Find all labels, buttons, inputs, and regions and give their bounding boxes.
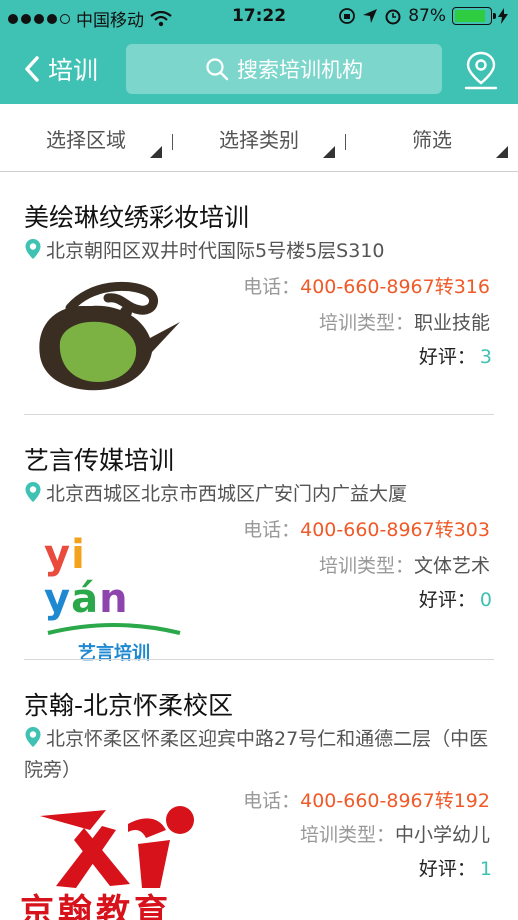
charging-icon	[498, 8, 508, 24]
phone-row: 电话：400-660-8967转316	[243, 272, 490, 299]
filter-region-label: 选择区域	[46, 127, 126, 152]
institution-address: 北京怀柔区怀柔区迎宾中路27号仁和通德二层（中医院旁）	[24, 724, 498, 786]
type-label: 培训类型：	[318, 312, 414, 334]
search-input[interactable]: 搜索培训机构	[126, 44, 442, 94]
chevron-left-icon	[25, 56, 39, 82]
rating-label: 好评：	[418, 858, 476, 880]
battery-percent: 87%	[408, 6, 446, 26]
phone-number[interactable]: 400-660-8967转303	[300, 519, 490, 541]
type-value: 职业技能	[413, 312, 490, 334]
rotation-lock-icon	[339, 8, 356, 24]
phone-number[interactable]: 400-660-8967转192	[300, 790, 490, 812]
location-arrow-icon	[363, 9, 378, 23]
institution-name: 美绘琳纹绣彩妆培训	[24, 203, 250, 232]
rating-value: 0	[479, 589, 492, 611]
filter-region[interactable]: 选择区域	[0, 104, 172, 172]
alarm-icon	[385, 9, 401, 25]
phone-label: 电话：	[243, 519, 301, 541]
phone-label: 电话：	[243, 790, 301, 812]
rating-label: 好评：	[418, 346, 476, 368]
type-row: 培训类型：职业技能	[319, 308, 490, 335]
phone-number[interactable]: 400-660-8967转316	[300, 276, 490, 298]
running-figure-icon	[40, 806, 194, 888]
type-label: 培训类型：	[318, 555, 414, 577]
search-placeholder: 搜索培训机构	[237, 58, 363, 82]
logo-text: 京翰教育	[20, 892, 172, 920]
filter-more[interactable]: 筛选	[346, 104, 518, 172]
rating-row: 好评： 0	[419, 585, 492, 612]
type-row: 培训类型：文体艺术	[319, 551, 490, 578]
rating-value: 1	[479, 858, 492, 880]
rating-row: 好评： 1	[419, 854, 492, 881]
dropdown-triangle-icon	[323, 146, 335, 158]
institution-address: 北京西城区北京市西城区广安门内广益大厦	[24, 479, 498, 510]
address-text: 北京怀柔区怀柔区迎宾中路27号仁和通德二层（中医院旁）	[24, 728, 489, 781]
rating-row: 好评： 3	[419, 342, 492, 369]
search-icon	[206, 58, 229, 81]
phone-label: 电话：	[243, 276, 301, 298]
filter-category[interactable]: 选择类别	[173, 104, 345, 172]
map-location-button[interactable]	[464, 50, 498, 94]
location-pin-icon	[25, 239, 41, 259]
dropdown-triangle-icon	[150, 146, 162, 158]
type-label: 培训类型：	[299, 824, 395, 846]
address-text: 北京朝阳区双井时代国际5号楼5层S310	[46, 240, 385, 262]
teapot-logo-icon	[39, 281, 180, 391]
rating-label: 好评：	[418, 589, 476, 611]
yiyan-logo: yi yán 艺言培训	[44, 533, 184, 664]
institution-address: 北京朝阳区双井时代国际5号楼5层S310	[24, 236, 498, 267]
address-text: 北京西城区北京市西城区广安门内广益大厦	[46, 483, 408, 505]
phone-row: 电话：400-660-8967转192	[243, 786, 490, 813]
dropdown-triangle-icon	[496, 146, 508, 158]
phone-row: 电话：400-660-8967转303	[243, 515, 490, 542]
back-label: 培训	[48, 56, 99, 85]
filter-more-label: 筛选	[412, 127, 452, 152]
jinghan-logo: 京翰教育	[20, 800, 210, 920]
list-item[interactable]: 京翰-北京怀柔校区 北京怀柔区怀柔区迎宾中路27号仁和通德二层（中医院旁） 京翰…	[0, 660, 518, 920]
back-button[interactable]: 培训	[24, 48, 98, 90]
filter-category-label: 选择类别	[219, 127, 299, 152]
rating-value: 3	[479, 346, 492, 368]
type-value: 中小学幼儿	[394, 824, 490, 846]
status-bar: 中国移动 17:22 87%	[0, 0, 518, 34]
top-bar: 中国移动 17:22 87% 培训 搜索培训机构	[0, 0, 518, 104]
filter-bar: 选择区域 选择类别 筛选	[0, 104, 518, 172]
battery-icon	[452, 7, 496, 25]
institution-name: 艺言传媒培训	[24, 446, 175, 475]
type-value: 文体艺术	[413, 555, 490, 577]
map-pin-icon	[464, 51, 498, 90]
type-row: 培训类型：中小学幼儿	[300, 820, 490, 847]
swoosh-icon	[47, 623, 181, 635]
institution-name: 京翰-北京怀柔校区	[24, 691, 234, 720]
location-pin-icon	[25, 482, 41, 502]
location-pin-icon	[25, 727, 41, 747]
institution-list: 美绘琳纹绣彩妆培训 北京朝阳区双井时代国际5号楼5层S310 电话：400-66…	[0, 172, 518, 920]
list-item[interactable]: 美绘琳纹绣彩妆培训 北京朝阳区双井时代国际5号楼5层S310 电话：400-66…	[0, 172, 518, 415]
nav-bar: 培训 搜索培训机构	[0, 34, 518, 104]
list-item[interactable]: 艺言传媒培训 北京西城区北京市西城区广安门内广益大厦 yi yán 艺言培训 电…	[0, 415, 518, 664]
